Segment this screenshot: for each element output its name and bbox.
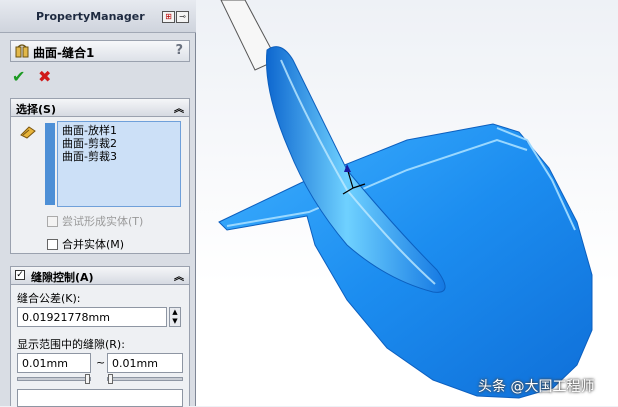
range-min-slider[interactable] xyxy=(17,377,91,381)
header-icons: ⊞ ⊸ xyxy=(162,9,192,23)
property-manager-title: PropertyManager xyxy=(36,10,145,23)
collapse-chevron-icon[interactable]: ︽ xyxy=(174,100,184,115)
watermark-text: 头条 @大国工程师 xyxy=(478,379,595,395)
selection-group: 选择(S) ︽ 曲面-放样1 曲面-剪裁2 曲面-剪裁3 尝试形成实体(T) 合… xyxy=(10,98,190,254)
gap-control-header[interactable]: ✓ 缝隙控制(A) ︽ xyxy=(11,267,189,285)
ok-check-icon[interactable]: ✔ xyxy=(12,67,25,86)
range-label: 显示范围中的缝隙(R): xyxy=(17,338,125,351)
list-item[interactable]: 曲面-剪裁2 xyxy=(62,137,176,150)
cancel-x-icon[interactable]: ✖ xyxy=(38,67,51,86)
merge-entities-label: 合并实体(M) xyxy=(62,238,125,251)
try-solid-row: 尝试形成实体(T) xyxy=(47,213,144,228)
tolerance-input[interactable]: 0.01921778mm xyxy=(17,307,167,327)
selection-group-header[interactable]: 选择(S) ︽ xyxy=(11,99,189,117)
property-manager-header: PropertyManager ⊞ ⊸ xyxy=(0,0,196,33)
feature-title-bar: 曲面-缝合1 ? xyxy=(10,40,190,62)
property-manager-panel: PropertyManager ⊞ ⊸ 曲面-缝合1 ? ✔ ✖ 选择(S) ︽ … xyxy=(0,0,196,407)
range-min-slider-thumb[interactable] xyxy=(85,374,90,384)
try-solid-label: 尝试形成实体(T) xyxy=(62,215,144,228)
list-item[interactable]: 曲面-剪裁3 xyxy=(62,150,176,163)
list-item[interactable]: 曲面-放样1 xyxy=(62,124,176,137)
merge-entities-row: 合并实体(M) xyxy=(47,236,125,251)
try-solid-checkbox xyxy=(47,216,58,227)
selected-surfaces-list[interactable]: 曲面-放样1 曲面-剪裁2 曲面-剪裁3 xyxy=(57,121,181,207)
gap-list-box[interactable] xyxy=(17,389,183,407)
range-max-slider[interactable] xyxy=(107,377,183,381)
range-max-slider-thumb[interactable] xyxy=(108,374,113,384)
collapse-chevron-icon[interactable]: ︽ xyxy=(174,268,184,283)
flyout-icon[interactable]: ⊞ xyxy=(162,11,175,23)
pin-icon[interactable]: ⊸ xyxy=(176,11,189,23)
merge-entities-checkbox[interactable] xyxy=(47,239,58,250)
range-separator: ~ xyxy=(96,356,106,369)
tolerance-spinner[interactable]: ▲ ▼ xyxy=(169,307,181,327)
range-min-input[interactable]: 0.01mm xyxy=(17,353,91,373)
selection-color-bar xyxy=(45,123,55,205)
surface-selection-icon xyxy=(20,126,36,139)
knit-surface-icon xyxy=(15,44,29,58)
graphics-viewport[interactable] xyxy=(197,0,618,406)
gap-control-title: 缝隙控制(A) xyxy=(31,271,94,284)
selection-group-title: 选择(S) xyxy=(16,103,56,116)
gap-control-checkbox[interactable]: ✓ xyxy=(15,270,25,280)
help-button[interactable]: ? xyxy=(175,43,183,58)
feature-name: 曲面-缝合1 xyxy=(33,46,95,60)
gap-control-group: ✓ 缝隙控制(A) ︽ 缝合公差(K): 0.01921778mm ▲ ▼ 显示范… xyxy=(10,266,190,407)
tolerance-label: 缝合公差(K): xyxy=(17,292,81,305)
range-max-input[interactable]: 0.01mm xyxy=(107,353,183,373)
